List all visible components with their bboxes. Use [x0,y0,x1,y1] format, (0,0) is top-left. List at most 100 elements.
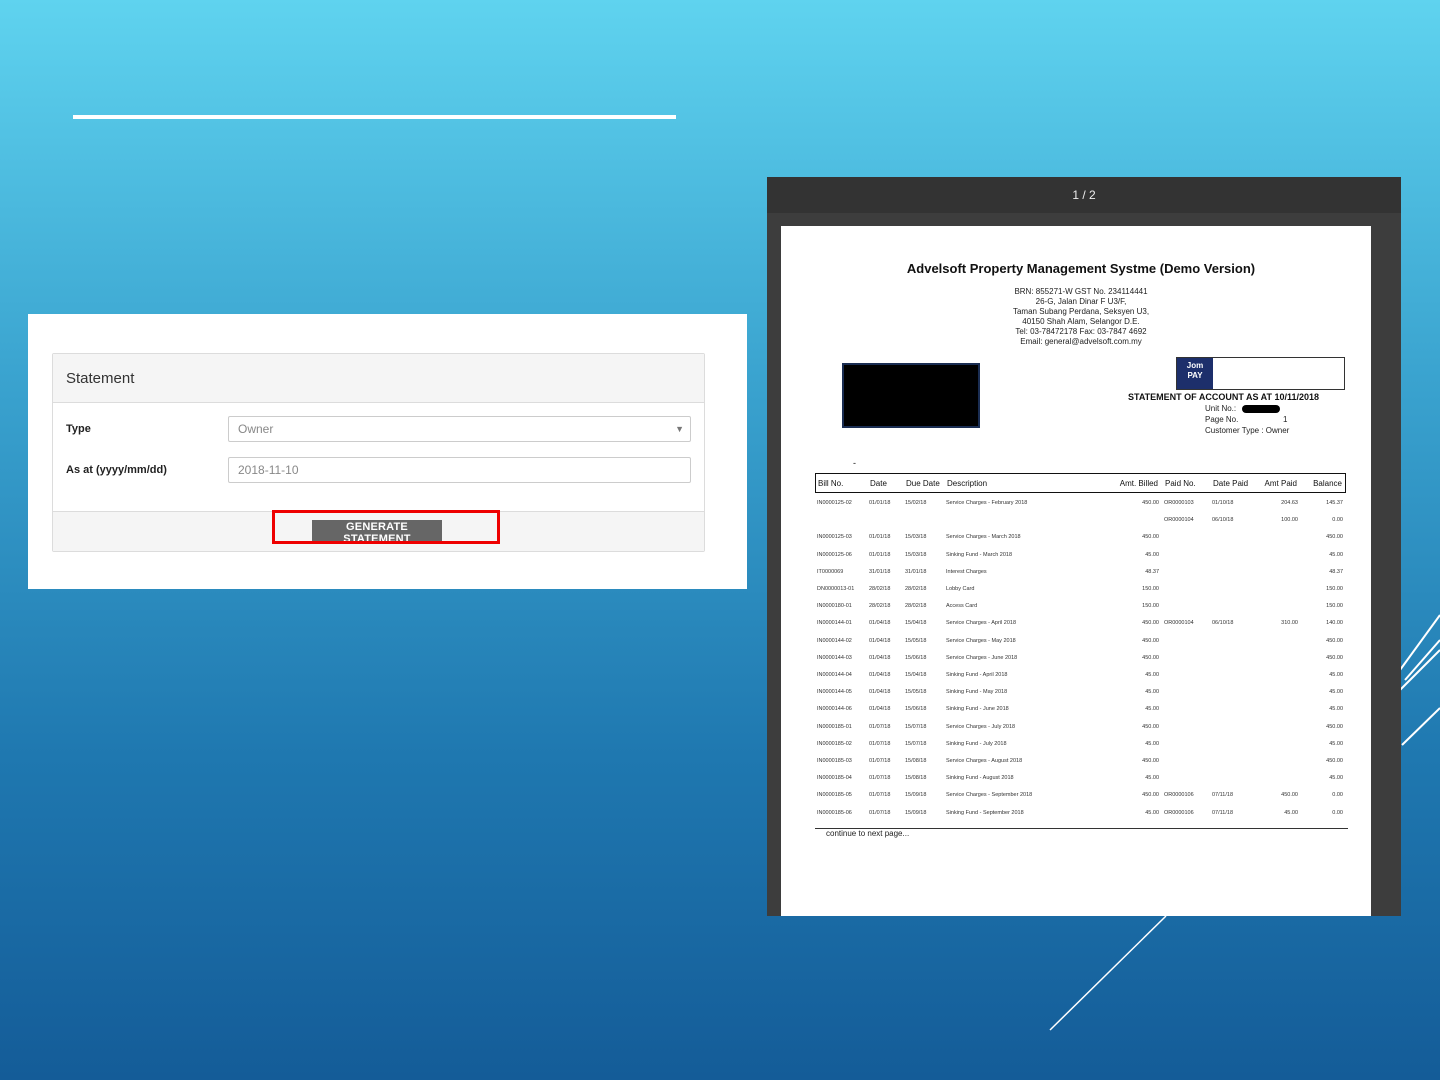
chevron-down-icon: ▼ [675,424,684,434]
table-cell: 0.00 [1332,809,1343,816]
table-cell: 01/07/18 [869,740,891,747]
table-cell: 15/08/18 [905,775,927,782]
table-row: IN0000144-01 01/04/18 15/04/18 Service Char… [815,620,1346,630]
table-cell: 01/04/18 [869,654,891,661]
table-cell: 15/08/18 [905,758,927,764]
button-highlight-box [272,510,500,544]
type-select[interactable]: Owner ▼ [228,416,691,442]
table-cell: OR0000104 [1164,517,1194,524]
table-cell: 01/07/18 [869,809,891,816]
table-cell: 450.00 [1326,534,1343,541]
table-cell: 15/07/18 [905,723,927,730]
table-cell: OR0000106 [1164,792,1194,799]
table-cell: Service Charges - July 2018 [946,723,1016,730]
redacted-unit-no [1242,404,1281,413]
statement-form-screenshot: Statement Type Owner ▼ As at (yyyy/mm/dd… [28,314,747,589]
table-cell: 48.37 [1329,568,1343,575]
table-cell: 07/11/18 [1212,792,1234,799]
table-row: IN0000185-04 01/07/18 15/08/18 Sinking Fund… [815,775,1346,785]
table-row: DN0000013-01 28/02/18 28/02/18 Lobby Card 15… [815,586,1346,596]
table-cell: 01/07/18 [869,758,891,764]
table-row: OR0000104 06/10/18 100.00 0.00 [815,517,1346,527]
table-cell: 310.00 [1281,620,1298,627]
company-address: BRN: 855271-W GST No. 234114441 26-G, Ja… [931,287,1231,347]
table-row: IN0000185-02 01/07/18 15/07/18 Sinking Fund… [815,741,1346,751]
table-cell: Interest Charges [946,568,987,575]
table-cell: 45.00 [1145,689,1159,696]
asat-row: As at (yyyy/mm/dd) 2018-11-10 [66,457,691,483]
table-row: IN0000144-04 01/04/18 15/04/18 Sinking Fund… [815,672,1346,682]
table-cell: 450.00 [1142,723,1159,730]
table-cell: 01/04/18 [869,706,891,713]
page-indicator: 1 / 2 [1072,188,1096,202]
statement-table-header: Bill No. Date Due Date Description Amt. … [815,473,1346,493]
redacted-block [842,363,980,428]
asat-date-input[interactable]: 2018-11-10 [228,457,691,483]
table-cell: IN0000144-01 [817,620,852,627]
table-cell: 01/01/18 [869,500,891,506]
page-no-row: Page No. 1 [1205,415,1288,424]
table-cell: 01/04/18 [869,637,891,644]
table-cell: 150.00 [1326,586,1343,592]
table-cell: 01/01/18 [869,551,891,558]
table-cell: IN0000144-02 [817,637,852,644]
table-cell: 140.00 [1326,620,1343,627]
table-cell: 45.00 [1329,689,1343,696]
table-cell: 15/03/18 [905,551,927,558]
table-cell: Sinking Fund - September 2018 [946,809,1024,816]
table-cell: 15/06/18 [905,654,927,661]
table-cell: 450.00 [1326,723,1343,730]
jompay-logo: Jom PAY [1177,358,1213,389]
panel-heading: Statement [53,354,704,403]
table-cell: 01/04/18 [869,672,891,678]
table-cell: Sinking Fund - March 2018 [946,551,1013,558]
deco-line-1 [1399,649,1440,691]
table-cell: 15/05/18 [905,689,927,696]
table-cell: IN0000144-04 [817,672,852,678]
table-cell: IN0000144-03 [817,654,852,661]
table-cell: 15/04/18 [905,620,927,627]
table-cell: 45.00 [1145,809,1159,816]
table-cell: 45.00 [1284,809,1298,816]
table-cell: Sinking Fund - June 2018 [946,706,1009,713]
table-cell: 31/01/18 [869,568,891,575]
table-cell: 15/09/18 [905,792,927,799]
deco-line-5 [1049,915,1167,1031]
statement-meta: Unit No.: Page No. 1 Customer Type : Owne… [1205,403,1289,436]
type-select-value: Owner [238,422,274,436]
table-cell: IN0000125-06 [817,551,852,558]
table-cell: IN0000185-04 [817,775,852,782]
table-cell: 45.00 [1145,706,1159,713]
asat-label: As at (yyyy/mm/dd) [66,464,167,476]
table-cell: 450.00 [1281,792,1298,799]
table-cell: 01/07/18 [869,723,891,730]
table-cell: 15/07/18 [905,740,927,747]
table-cell: 28/02/18 [905,603,927,610]
pdf-viewer: 1 / 2 Advelsoft Property Management Syst… [767,177,1401,916]
table-cell: 15/04/18 [905,672,927,678]
unit-no-row: Unit No.: [1205,403,1289,414]
table-cell: 450.00 [1142,534,1159,541]
pdf-toolbar: 1 / 2 [767,177,1401,213]
table-row: IN0000125-03 01/01/18 15/03/18 Service Char… [815,534,1346,544]
table-cell: Service Charges - February 2018 [946,500,1028,506]
table-cell: Service Charges - May 2018 [946,637,1016,644]
table-cell: 150.00 [1142,603,1159,610]
table-cell: 145.37 [1326,500,1343,506]
table-cell: IN0000185-06 [817,809,852,816]
table-cell: 15/06/18 [905,706,927,713]
table-cell: IN0000180-01 [817,603,852,610]
table-cell: 01/07/18 [869,775,891,782]
table-cell: 45.00 [1329,740,1343,747]
table-cell: 15/09/18 [905,809,927,816]
dash-mark: - [853,458,856,468]
table-cell: DN0000013-01 [817,586,855,592]
table-cell: 0.00 [1332,792,1343,799]
table-cell: 450.00 [1142,620,1159,627]
table-cell: Service Charges - April 2018 [946,620,1017,627]
table-cell: IN0000144-05 [817,689,852,696]
table-row: IN0000125-06 01/01/18 15/03/18 Sinking Fund… [815,552,1346,562]
table-cell: OR0000106 [1164,809,1194,816]
table-cell: 0.00 [1332,517,1343,524]
address-line: Taman Subang Perdana, Seksyen U3, [1012,307,1150,316]
